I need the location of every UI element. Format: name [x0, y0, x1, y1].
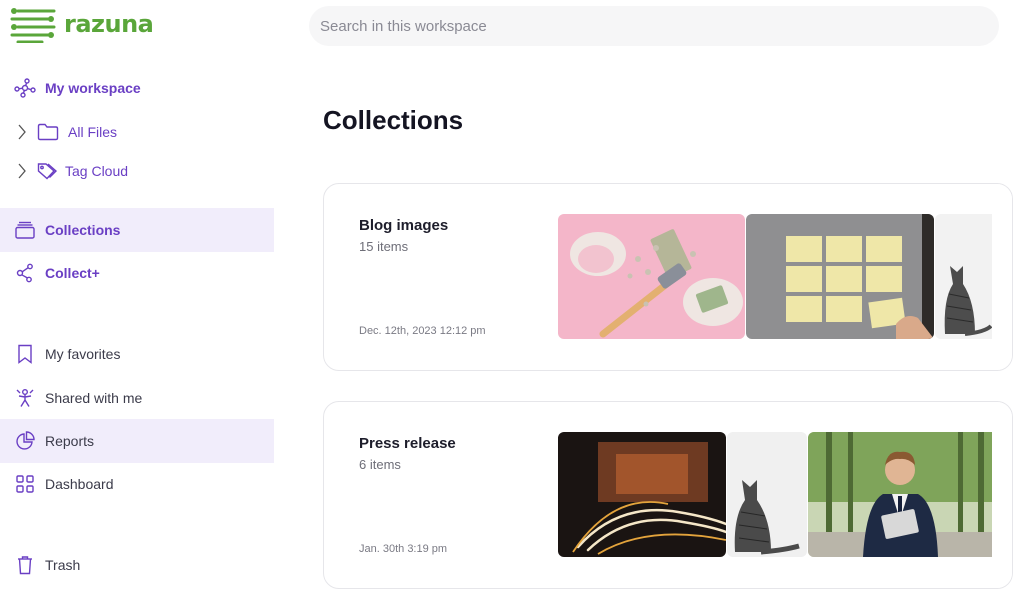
collection-card-blog-images[interactable]: Blog images 15 items Dec. 12th, 2023 12:… [323, 183, 1013, 371]
card-edge [992, 184, 1012, 370]
razuna-logo[interactable]: razuna [8, 6, 154, 44]
collection-title[interactable]: Press release [359, 435, 456, 452]
collection-item-count: 15 items [359, 239, 409, 254]
sidebar-item-label: Tag Cloud [65, 163, 129, 179]
sidebar-item-label: My workspace [45, 80, 141, 96]
folder-icon [37, 121, 59, 143]
share-nodes-icon [14, 262, 36, 284]
sidebar-item-label: Trash [45, 557, 81, 573]
razuna-logo-icon [10, 8, 56, 43]
search-input[interactable] [309, 17, 999, 35]
sidebar-item-label: Shared with me [45, 390, 143, 406]
card-edge [992, 402, 1012, 588]
sidebar-item-dashboard[interactable]: Dashboard [0, 462, 274, 506]
sidebar-item-all-files[interactable]: All Files [0, 110, 274, 154]
thumbnail-cat-image[interactable] [935, 214, 995, 339]
trash-icon [14, 554, 36, 576]
tag-icon [37, 160, 59, 182]
thumbnail-cat-image[interactable] [727, 432, 807, 557]
brand-name: razuna [64, 10, 154, 38]
shared-icon [14, 387, 36, 409]
collection-card-press-release[interactable]: Press release 6 items Jan. 30th 3:19 pm [323, 401, 1013, 589]
thumbnail-light-trails-image[interactable] [558, 432, 726, 557]
thumbnail-piggy-bank-image[interactable] [558, 214, 745, 339]
thumbnail-businessman-image[interactable] [808, 432, 995, 557]
sidebar-item-label: Reports [45, 433, 95, 449]
sidebar-item-tag-cloud[interactable]: Tag Cloud [0, 149, 274, 193]
workspace-network-icon [14, 77, 36, 99]
sidebar-item-label: Collect+ [45, 265, 100, 281]
sidebar-item-label: My favorites [45, 346, 121, 362]
pie-chart-icon [14, 430, 36, 452]
grid-icon [14, 473, 36, 495]
search-bar[interactable] [309, 6, 999, 46]
sidebar-item-trash[interactable]: Trash [0, 543, 274, 587]
sidebar-item-my-workspace[interactable]: My workspace [0, 66, 274, 110]
collection-item-count: 6 items [359, 457, 401, 472]
collection-date: Jan. 30th 3:19 pm [359, 543, 448, 555]
sidebar-item-collections[interactable]: Collections [0, 208, 274, 252]
bookmark-icon [14, 343, 36, 365]
page-title: Collections [323, 105, 464, 135]
thumbnail-sticky-notes-image[interactable] [746, 214, 934, 339]
collection-title[interactable]: Blog images [359, 217, 448, 234]
sidebar-item-reports[interactable]: Reports [0, 419, 274, 463]
chevron-right-icon[interactable] [15, 163, 29, 179]
sidebar-item-my-favorites[interactable]: My favorites [0, 332, 274, 376]
sidebar-item-shared-with-me[interactable]: Shared with me [0, 376, 274, 420]
sidebar-item-label: Dashboard [45, 476, 114, 492]
chevron-right-icon[interactable] [15, 124, 29, 140]
sidebar-item-collect-plus[interactable]: Collect+ [0, 251, 274, 295]
collections-icon [14, 219, 36, 241]
sidebar-item-label: Collections [45, 222, 121, 238]
collection-date: Dec. 12th, 2023 12:12 pm [359, 325, 486, 337]
sidebar-item-label: All Files [68, 124, 118, 140]
